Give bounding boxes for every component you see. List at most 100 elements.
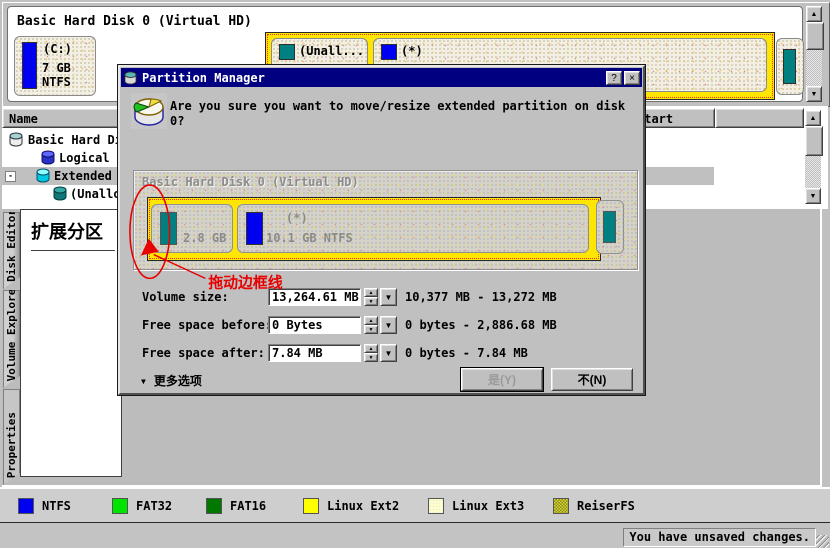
ntfs-color-swatch: [18, 498, 34, 514]
legend-label: ReiserFS: [577, 499, 635, 513]
disk-view-title: Basic Hard Disk 0 (Virtual HD): [142, 175, 359, 189]
field-label: Free space after:: [142, 346, 265, 360]
partition-block-c[interactable]: (C:) 7 GB NTFS: [14, 36, 96, 96]
block-size: 10.1 GB NTFS: [266, 231, 353, 245]
scrollbar-thumb[interactable]: [805, 126, 823, 156]
more-options-arrow-icon: ▼: [141, 377, 146, 386]
unit-dropdown-button[interactable]: ▼: [380, 344, 397, 362]
scroll-down-button[interactable]: ▼: [806, 86, 822, 102]
table-scrollbar[interactable]: ▲ ▼: [805, 110, 823, 206]
dialog-titlebar[interactable]: Partition Manager ? ×: [121, 68, 642, 87]
legend-label: Linux Ext3: [452, 499, 524, 513]
ntfs-color-square: [381, 44, 397, 60]
legend-label: NTFS: [42, 499, 71, 513]
properties-title: 扩展分区: [31, 218, 103, 244]
free-space-before-input[interactable]: [268, 316, 361, 334]
more-options-toggle[interactable]: ▼ 更多选项: [141, 372, 202, 389]
spin-down-icon[interactable]: ▼: [364, 325, 378, 334]
fat16-color-swatch: [206, 498, 222, 514]
free-space-before-spinner[interactable]: ▲ ▼: [364, 316, 378, 334]
tab-disk-editor[interactable]: Disk Editor: [3, 212, 20, 289]
no-button[interactable]: 不(N): [551, 368, 633, 391]
collapse-expander-icon[interactable]: -: [5, 171, 16, 182]
partition-block-small-unallocated[interactable]: [776, 38, 804, 95]
yes-button[interactable]: 是(Y): [461, 368, 543, 391]
tab-volume-explorer[interactable]: Volume Explorer: [3, 290, 20, 388]
ntfs-bar: [246, 212, 263, 245]
help-button[interactable]: ?: [606, 71, 622, 85]
scroll-up-button[interactable]: ▲: [805, 110, 821, 126]
properties-panel: 扩展分区: [20, 209, 122, 477]
partition-manager-dialog: Partition Manager ? × Are you sure you w…: [118, 65, 645, 395]
free-space-after-spinner[interactable]: ▲ ▼: [364, 344, 378, 362]
partition-name: (Unall...: [299, 44, 364, 58]
fat32-color-swatch: [112, 498, 128, 514]
unallocated-bar: [603, 211, 616, 243]
disk-icon: [35, 168, 51, 183]
field-range: 0 bytes - 2,886.68 MB: [405, 318, 557, 332]
free-space-after-row: Free space after: ▲ ▼ ▼ 0 bytes - 7.84 M…: [142, 344, 642, 362]
partition-name: (*): [401, 44, 423, 58]
disk-icon: [40, 150, 56, 165]
disk-icon: [8, 132, 24, 147]
block-name: (*): [286, 211, 308, 225]
scrollbar-thumb[interactable]: [806, 22, 824, 50]
tab-label: Disk Editor: [5, 209, 18, 288]
partition-size: 7 GB NTFS: [42, 61, 95, 89]
tab-label: Properties: [5, 412, 18, 484]
spin-up-icon[interactable]: ▲: [364, 316, 378, 325]
dialog-block-logical-ntfs[interactable]: (*) 10.1 GB NTFS: [237, 204, 589, 253]
legend-label: Linux Ext2: [327, 499, 399, 513]
free-space-bar: [160, 212, 177, 245]
free-space-before-row: Free space before: ▲ ▼ ▼ 0 bytes - 2,886…: [142, 316, 642, 334]
tab-properties[interactable]: Properties: [3, 389, 20, 485]
disk-pie-icon: [131, 93, 167, 129]
field-label: Volume size:: [142, 290, 229, 304]
unallocated-color-square: [279, 44, 295, 60]
partition-name: (C:): [43, 42, 72, 56]
disk-title: Basic Hard Disk 0 (Virtual HD): [17, 14, 252, 29]
partition-manager-window: Basic Hard Disk 0 (Virtual HD) (C:) 7 GB…: [0, 0, 830, 548]
block-size: 2.8 GB: [183, 231, 226, 245]
ext3-color-swatch: [428, 498, 444, 514]
resize-grip[interactable]: [816, 535, 829, 548]
scroll-up-button[interactable]: ▲: [806, 6, 822, 22]
status-bar: You have unsaved changes.: [0, 522, 830, 548]
disk-icon: [52, 186, 68, 201]
dialog-title: Partition Manager: [142, 71, 604, 85]
reiserfs-color-swatch: [553, 498, 569, 514]
top-panel-scrollbar[interactable]: ▲ ▼: [806, 6, 824, 102]
free-space-after-input[interactable]: [268, 344, 361, 362]
filesystem-legend: NTFS FAT32 FAT16 Linux Ext2 Linux Ext3 R…: [0, 487, 830, 524]
unsaved-changes-status: You have unsaved changes.: [623, 528, 816, 547]
spin-down-icon[interactable]: ▼: [364, 353, 378, 362]
volume-size-spinner[interactable]: ▲ ▼: [364, 288, 378, 306]
ext2-color-swatch: [303, 498, 319, 514]
dialog-block-small-unallocated[interactable]: [596, 200, 624, 254]
field-label: Free space before:: [142, 318, 272, 332]
field-range: 10,377 MB - 13,272 MB: [405, 290, 557, 304]
ntfs-usage-bar: [22, 42, 37, 89]
dialog-disk-view: Basic Hard Disk 0 (Virtual HD) 2.8 GB (*…: [133, 170, 638, 270]
scroll-down-button[interactable]: ▼: [805, 188, 821, 204]
spin-up-icon[interactable]: ▲: [364, 288, 378, 297]
unit-dropdown-button[interactable]: ▼: [380, 316, 397, 334]
more-options-label: 更多选项: [154, 374, 202, 388]
field-range: 0 bytes - 7.84 MB: [405, 346, 528, 360]
extended-partition-frame[interactable]: 2.8 GB (*) 10.1 GB NTFS: [147, 197, 601, 261]
volume-size-input[interactable]: [268, 288, 361, 306]
dialog-message: Are you sure you want to move/resize ext…: [170, 99, 642, 129]
unit-dropdown-button[interactable]: ▼: [380, 288, 397, 306]
spin-down-icon[interactable]: ▼: [364, 297, 378, 306]
unallocated-bar: [783, 49, 796, 84]
spin-up-icon[interactable]: ▲: [364, 344, 378, 353]
legend-label: FAT32: [136, 499, 172, 513]
close-button[interactable]: ×: [624, 71, 640, 85]
tab-label: Volume Explorer: [5, 282, 18, 387]
column-header-filler: [715, 108, 804, 128]
title-underline: [31, 250, 115, 251]
volume-size-row: Volume size: ▲ ▼ ▼ 10,377 MB - 13,272 MB: [142, 288, 642, 306]
dialog-block-free-space[interactable]: 2.8 GB: [151, 204, 233, 253]
disk-icon: [123, 71, 138, 85]
legend-label: FAT16: [230, 499, 266, 513]
